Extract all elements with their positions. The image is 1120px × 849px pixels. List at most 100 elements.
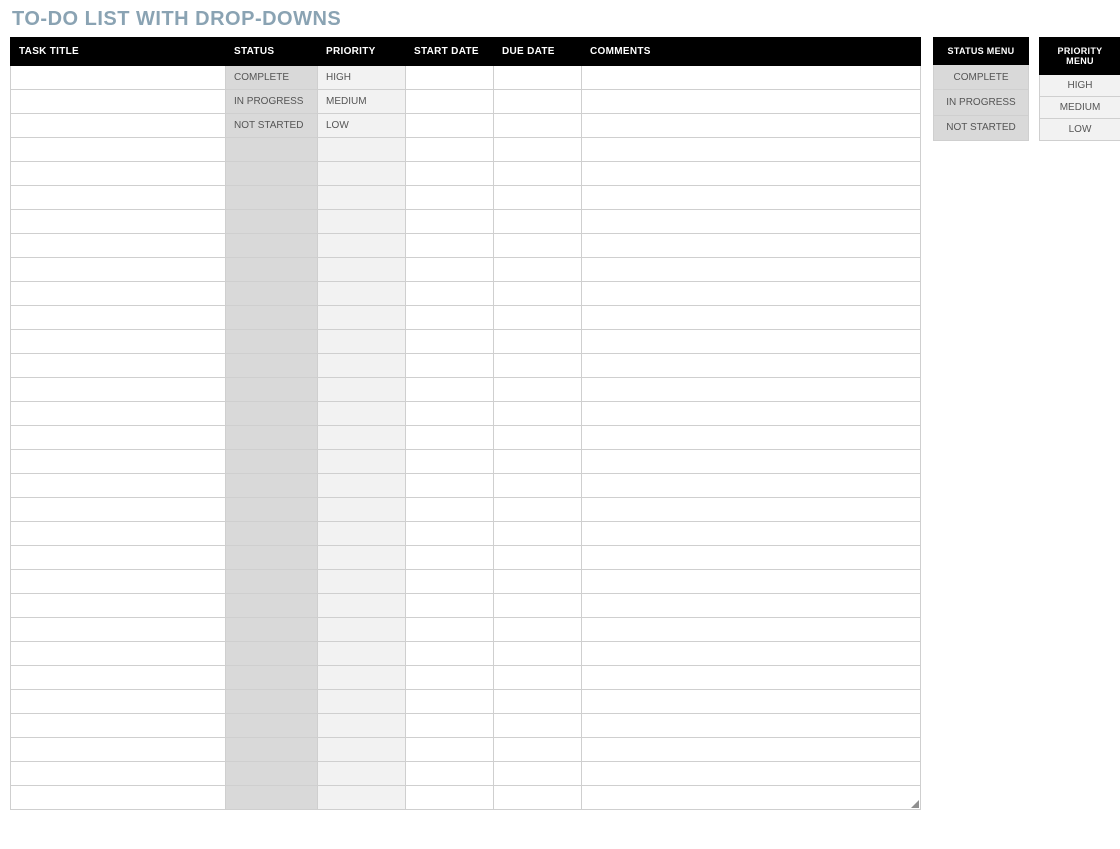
cell-comments[interactable]: [582, 210, 921, 234]
cell-comments[interactable]: [582, 738, 921, 762]
cell-start[interactable]: [406, 114, 494, 138]
cell-start[interactable]: [406, 234, 494, 258]
cell-task[interactable]: [11, 762, 226, 786]
cell-start[interactable]: [406, 642, 494, 666]
cell-start[interactable]: [406, 282, 494, 306]
cell-due[interactable]: [494, 282, 582, 306]
cell-priority[interactable]: [318, 786, 406, 810]
cell-comments[interactable]: [582, 618, 921, 642]
cell-due[interactable]: [494, 642, 582, 666]
cell-start[interactable]: [406, 402, 494, 426]
cell-due[interactable]: [494, 378, 582, 402]
cell-priority[interactable]: HIGH: [318, 66, 406, 90]
cell-status[interactable]: [226, 738, 318, 762]
cell-due[interactable]: [494, 426, 582, 450]
cell-comments[interactable]: [582, 234, 921, 258]
cell-priority[interactable]: [318, 402, 406, 426]
cell-due[interactable]: [494, 66, 582, 90]
cell-comments[interactable]: [582, 258, 921, 282]
cell-priority[interactable]: [318, 354, 406, 378]
cell-start[interactable]: [406, 522, 494, 546]
cell-comments[interactable]: [582, 426, 921, 450]
cell-due[interactable]: [494, 594, 582, 618]
cell-status[interactable]: [226, 762, 318, 786]
cell-start[interactable]: [406, 186, 494, 210]
cell-task[interactable]: [11, 618, 226, 642]
cell-task[interactable]: [11, 666, 226, 690]
cell-start[interactable]: [406, 90, 494, 114]
cell-task[interactable]: [11, 714, 226, 738]
cell-start[interactable]: [406, 690, 494, 714]
cell-due[interactable]: [494, 546, 582, 570]
cell-status[interactable]: [226, 594, 318, 618]
cell-start[interactable]: [406, 570, 494, 594]
cell-task[interactable]: [11, 354, 226, 378]
cell-comments[interactable]: [582, 186, 921, 210]
cell-status[interactable]: [226, 714, 318, 738]
cell-status[interactable]: [226, 378, 318, 402]
cell-status[interactable]: [226, 234, 318, 258]
cell-start[interactable]: [406, 786, 494, 810]
cell-priority[interactable]: [318, 546, 406, 570]
cell-start[interactable]: [406, 714, 494, 738]
cell-priority[interactable]: [318, 738, 406, 762]
cell-due[interactable]: [494, 114, 582, 138]
cell-comments[interactable]: [582, 306, 921, 330]
cell-start[interactable]: [406, 66, 494, 90]
cell-comments[interactable]: [582, 522, 921, 546]
cell-priority[interactable]: [318, 762, 406, 786]
cell-priority[interactable]: [318, 210, 406, 234]
status-menu-item[interactable]: IN PROGRESS: [934, 90, 1029, 115]
cell-start[interactable]: [406, 162, 494, 186]
cell-comments[interactable]: [582, 378, 921, 402]
cell-comments[interactable]: [582, 594, 921, 618]
cell-due[interactable]: [494, 258, 582, 282]
cell-comments[interactable]: [582, 570, 921, 594]
priority-menu-item[interactable]: HIGH: [1040, 75, 1120, 97]
cell-priority[interactable]: [318, 690, 406, 714]
cell-due[interactable]: [494, 570, 582, 594]
cell-task[interactable]: [11, 90, 226, 114]
cell-due[interactable]: [494, 402, 582, 426]
cell-comments[interactable]: [582, 666, 921, 690]
cell-start[interactable]: [406, 738, 494, 762]
cell-start[interactable]: [406, 138, 494, 162]
cell-priority[interactable]: LOW: [318, 114, 406, 138]
cell-status[interactable]: [226, 498, 318, 522]
cell-task[interactable]: [11, 738, 226, 762]
cell-priority[interactable]: [318, 498, 406, 522]
cell-comments[interactable]: [582, 714, 921, 738]
cell-status[interactable]: [226, 282, 318, 306]
cell-start[interactable]: [406, 474, 494, 498]
cell-task[interactable]: [11, 306, 226, 330]
priority-menu-item[interactable]: MEDIUM: [1040, 97, 1120, 119]
cell-comments[interactable]: [582, 642, 921, 666]
cell-start[interactable]: [406, 378, 494, 402]
priority-menu-item[interactable]: LOW: [1040, 119, 1120, 141]
cell-status[interactable]: [226, 210, 318, 234]
cell-priority[interactable]: [318, 570, 406, 594]
cell-start[interactable]: [406, 450, 494, 474]
cell-task[interactable]: [11, 570, 226, 594]
cell-priority[interactable]: [318, 234, 406, 258]
cell-status[interactable]: [226, 522, 318, 546]
cell-due[interactable]: [494, 618, 582, 642]
cell-status[interactable]: [226, 570, 318, 594]
cell-due[interactable]: [494, 474, 582, 498]
cell-comments[interactable]: [582, 690, 921, 714]
cell-comments[interactable]: [582, 162, 921, 186]
cell-task[interactable]: [11, 114, 226, 138]
cell-comments[interactable]: [582, 546, 921, 570]
cell-task[interactable]: [11, 138, 226, 162]
cell-priority[interactable]: MEDIUM: [318, 90, 406, 114]
cell-comments[interactable]: [582, 138, 921, 162]
cell-priority[interactable]: [318, 258, 406, 282]
cell-status[interactable]: [226, 162, 318, 186]
cell-priority[interactable]: [318, 666, 406, 690]
cell-status[interactable]: [226, 618, 318, 642]
cell-start[interactable]: [406, 210, 494, 234]
cell-comments[interactable]: [582, 474, 921, 498]
cell-priority[interactable]: [318, 282, 406, 306]
cell-start[interactable]: [406, 330, 494, 354]
cell-start[interactable]: [406, 666, 494, 690]
